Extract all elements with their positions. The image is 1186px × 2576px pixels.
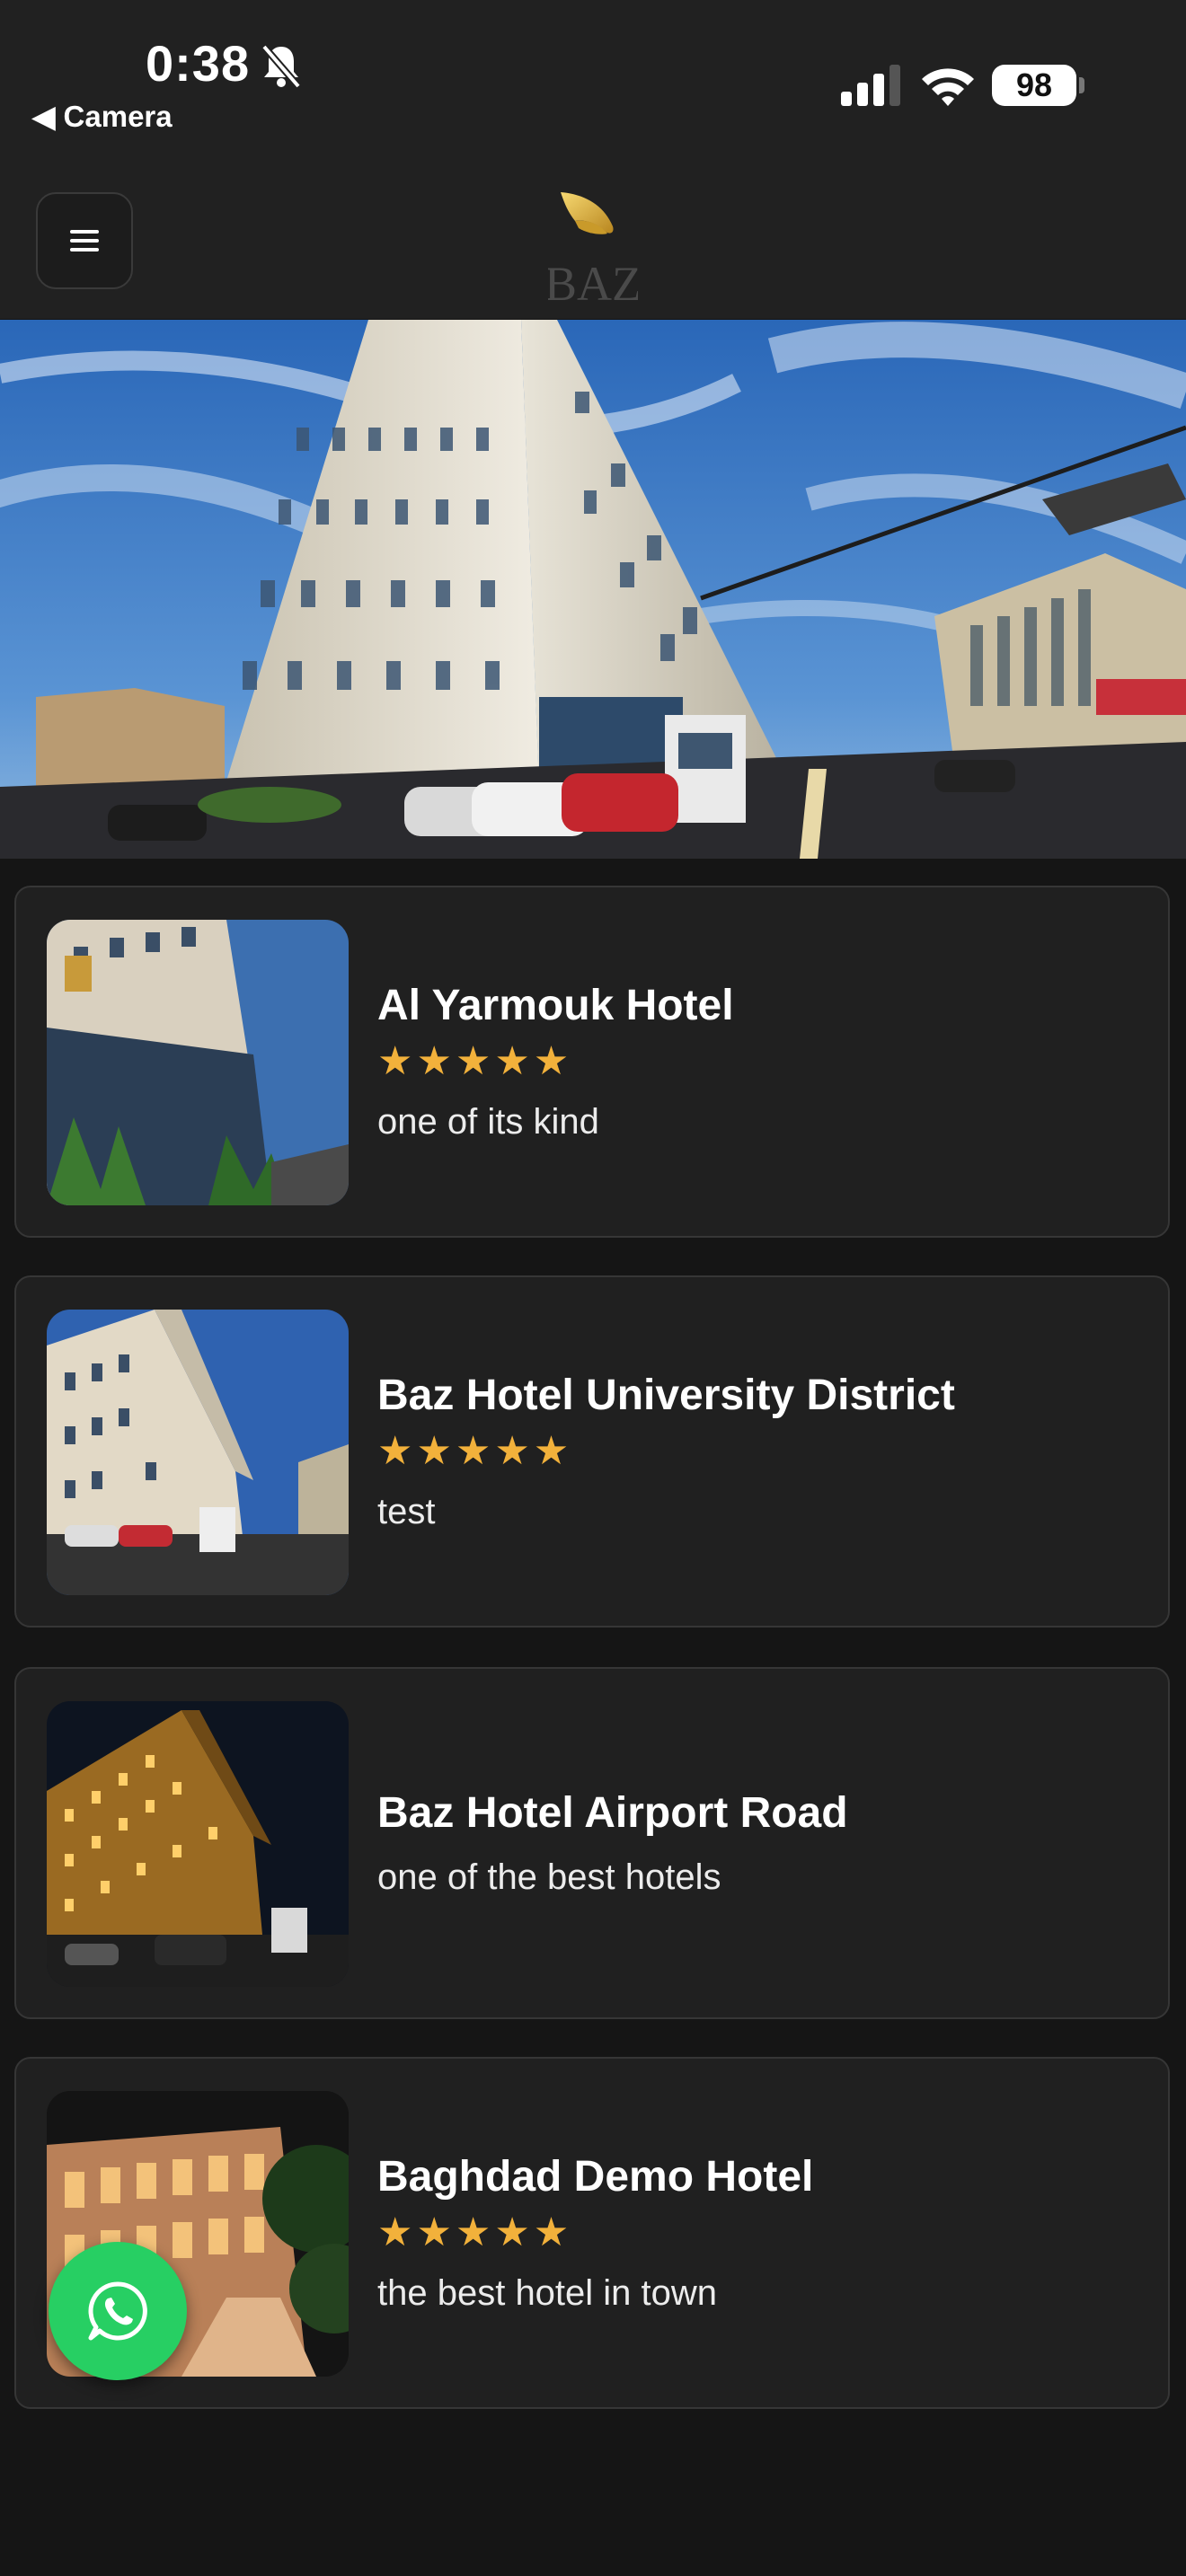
hotel-description: the best hotel in town: [377, 2273, 718, 2313]
back-to-camera-link[interactable]: ◀ Camera: [32, 99, 173, 134]
hotel-card[interactable]: Baghdad Demo Hotel ★★★★★ the best hotel …: [14, 2057, 1170, 2409]
hotel-description: one of the best hotels: [377, 1857, 721, 1897]
hotel-name: Al Yarmouk Hotel: [377, 982, 734, 1029]
hero-image: [0, 320, 1186, 859]
hotel-card[interactable]: Baz Hotel Airport Road one of the best h…: [14, 1667, 1170, 2019]
hotel-name: Baz Hotel University District: [377, 1372, 955, 1419]
status-bar: 0:38 ◀ Camera 98: [0, 0, 1186, 171]
hotel-building-photo: [0, 320, 1186, 859]
hotel-info: Baghdad Demo Hotel ★★★★★ the best hotel …: [377, 2059, 813, 2407]
baz-logo: BAZ: [548, 192, 638, 311]
wifi-icon: [922, 68, 974, 106]
hotel-photo: [47, 1701, 349, 1987]
hotel-name: Baghdad Demo Hotel: [377, 2153, 814, 2201]
star-rating: ★★★★★: [377, 1039, 573, 1083]
hotel-card[interactable]: Al Yarmouk Hotel ★★★★★ one of its kind: [14, 886, 1170, 1238]
hotel-description: one of its kind: [377, 1102, 599, 1142]
hotel-card[interactable]: Baz Hotel University District ★★★★★ test: [14, 1275, 1170, 1628]
hamburger-icon: [70, 230, 99, 251]
cellular-signal-icon: [841, 65, 900, 106]
hotel-photo: [47, 1310, 349, 1595]
whatsapp-button[interactable]: [49, 2242, 187, 2380]
app-header: BAZ: [0, 171, 1186, 319]
logo-text: BAZ: [548, 257, 638, 311]
hotel-photo: [47, 920, 349, 1205]
hotel-name: Baz Hotel Airport Road: [377, 1789, 848, 1837]
hotel-thumbnail: [47, 920, 349, 1205]
hotel-info: Al Yarmouk Hotel ★★★★★ one of its kind: [377, 887, 734, 1236]
status-time: 0:38: [146, 35, 251, 92]
hotel-thumbnail: [47, 1701, 349, 1987]
battery-nub: [1079, 77, 1084, 93]
whatsapp-icon: [88, 2281, 147, 2341]
hotel-description: test: [377, 1492, 436, 1531]
battery-indicator: 98: [992, 65, 1076, 106]
hotel-info: Baz Hotel Airport Road one of the best h…: [377, 1669, 848, 2017]
hotel-info: Baz Hotel University District ★★★★★ test: [377, 1277, 955, 1626]
bell-muted-icon: [261, 44, 302, 89]
menu-button[interactable]: [36, 192, 133, 289]
star-rating: ★★★★★: [377, 1429, 573, 1473]
star-rating: ★★★★★: [377, 2210, 573, 2254]
hotel-thumbnail: [47, 1310, 349, 1595]
